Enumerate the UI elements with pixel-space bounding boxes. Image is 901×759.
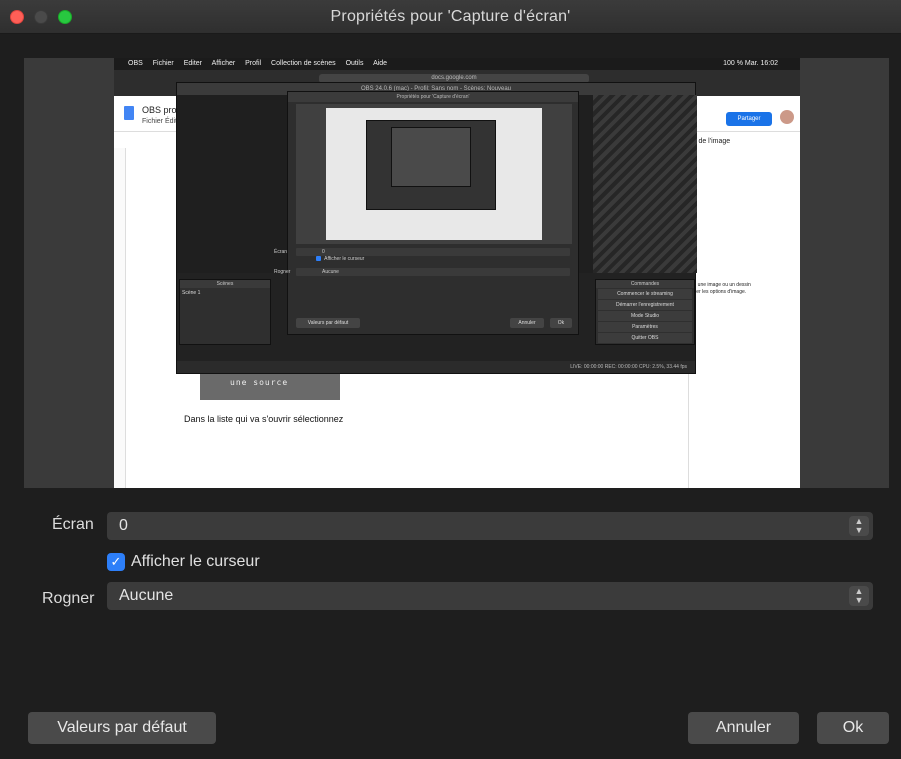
chevron-down-icon: ▼ — [854, 525, 864, 535]
nested-commands-header: Commandes — [596, 280, 694, 288]
nested-command: Quitter OBS — [598, 333, 692, 343]
ecran-value: 0 — [119, 517, 128, 534]
nested-dialog-preview — [296, 104, 572, 244]
nested-scenes-dock: Scènes Scène 1 — [179, 279, 271, 345]
nested-rogner-field: Rogner Aucune — [274, 268, 570, 276]
nested-recursion — [366, 120, 496, 210]
nested-obs-status: LIVE: 00:00:00 REC: 00:00:00 CPU: 2.5%, … — [177, 361, 695, 373]
window-titlebar: Propriétés pour 'Capture d'écran' — [0, 0, 901, 34]
docs-icon — [124, 106, 134, 120]
ok-button[interactable]: Ok — [817, 712, 889, 744]
nested-ruler — [114, 148, 126, 488]
rogner-select[interactable]: Aucune ▲ ▼ — [107, 582, 873, 610]
nested-commands-dock: Commandes Commencer le streaming Démarre… — [595, 279, 695, 345]
nested-properties-dialog: Propriétés pour 'Capture d'écran' Écran … — [274, 91, 579, 335]
defaults-button[interactable]: Valeurs par défaut — [28, 712, 216, 744]
nested-share-button: Partager — [726, 112, 772, 126]
nested-side-text: ez une image ou un dessin cher les optio… — [691, 282, 751, 295]
nested-cursor-checkbox: Afficher le curseur — [316, 256, 364, 262]
nested-menu-item: OBS — [128, 60, 143, 67]
nested-dialog-title: Propriétés pour 'Capture d'écran' — [288, 92, 578, 102]
nested-doc-text: Dans la liste qui va s'ouvrir sélectionn… — [184, 414, 344, 424]
show-cursor-checkbox[interactable]: ✓ — [107, 553, 125, 571]
nested-docs-menu: Fichier Édit — [142, 118, 178, 125]
nested-cursor-label: Afficher le curseur — [324, 256, 365, 262]
nested-hatch — [593, 95, 697, 273]
nested-recursion-inner — [391, 127, 471, 187]
source-preview: OBS Fichier Editer Afficher Profil Colle… — [24, 58, 889, 488]
show-cursor-row[interactable]: ✓ Afficher le curseur — [107, 551, 260, 573]
nested-clock: 100 % Mar. 16:02 — [723, 60, 778, 67]
nested-doc-image-text: une source — [230, 378, 289, 387]
nested-menu-item: Collection de scènes — [271, 60, 336, 67]
nested-command: Mode Studio — [598, 311, 692, 321]
ecran-label: Écran — [52, 516, 94, 533]
nested-menu-item: Editer — [183, 60, 203, 67]
nested-ecran-label: Écran — [274, 249, 288, 255]
nested-scene-item: Scène 1 — [182, 290, 201, 296]
nested-menu-item: Outils — [345, 60, 364, 67]
nested-ecran-value: 0 — [322, 249, 325, 255]
avatar — [780, 110, 794, 124]
nested-side-title: s de l'image — [693, 138, 731, 145]
nested-dialog-shot — [326, 108, 542, 240]
captured-screen-image: OBS Fichier Editer Afficher Profil Colle… — [114, 58, 800, 488]
nested-obs-window: OBS 24.0.6 (mac) - Profil: Sans nom - Sc… — [176, 82, 697, 374]
window-title: Propriétés pour 'Capture d'écran' — [330, 8, 571, 25]
nested-rogner-value: Aucune — [322, 269, 339, 275]
rogner-stepper[interactable]: ▲ ▼ — [849, 586, 869, 606]
nested-mac-menubar: OBS Fichier Editer Afficher Profil Colle… — [114, 58, 800, 70]
nested-menu-item: Aide — [373, 60, 388, 67]
nested-menu-item: Afficher — [211, 60, 236, 67]
nested-ecran-field: Écran 0 — [274, 248, 570, 256]
nested-menu-item: Profil — [245, 60, 262, 67]
nested-ok-button: Ok — [550, 318, 572, 328]
show-cursor-label[interactable]: Afficher le curseur — [131, 553, 260, 571]
chevron-down-icon: ▼ — [854, 595, 864, 605]
nested-command: Paramètres — [598, 322, 692, 332]
nested-scenes-header: Scènes — [180, 280, 270, 288]
rogner-value: Aucune — [119, 587, 174, 604]
nested-cancel-button: Annuler — [510, 318, 544, 328]
ecran-stepper[interactable]: ▲ ▼ — [849, 516, 869, 536]
nested-rogner-label: Rogner — [274, 269, 291, 275]
nested-side-panel: s de l'image ez une image ou un dessin c… — [688, 132, 800, 488]
rogner-label: Rogner — [42, 590, 95, 607]
cancel-button[interactable]: Annuler — [688, 712, 799, 744]
ecran-select[interactable]: 0 ▲ ▼ — [107, 512, 873, 540]
nested-menu-item: Fichier — [152, 60, 174, 67]
nested-command: Commencer le streaming — [598, 289, 692, 299]
nested-command: Démarrer l'enregistrement — [598, 300, 692, 310]
nested-defaults-button: Valeurs par défaut — [296, 318, 360, 328]
